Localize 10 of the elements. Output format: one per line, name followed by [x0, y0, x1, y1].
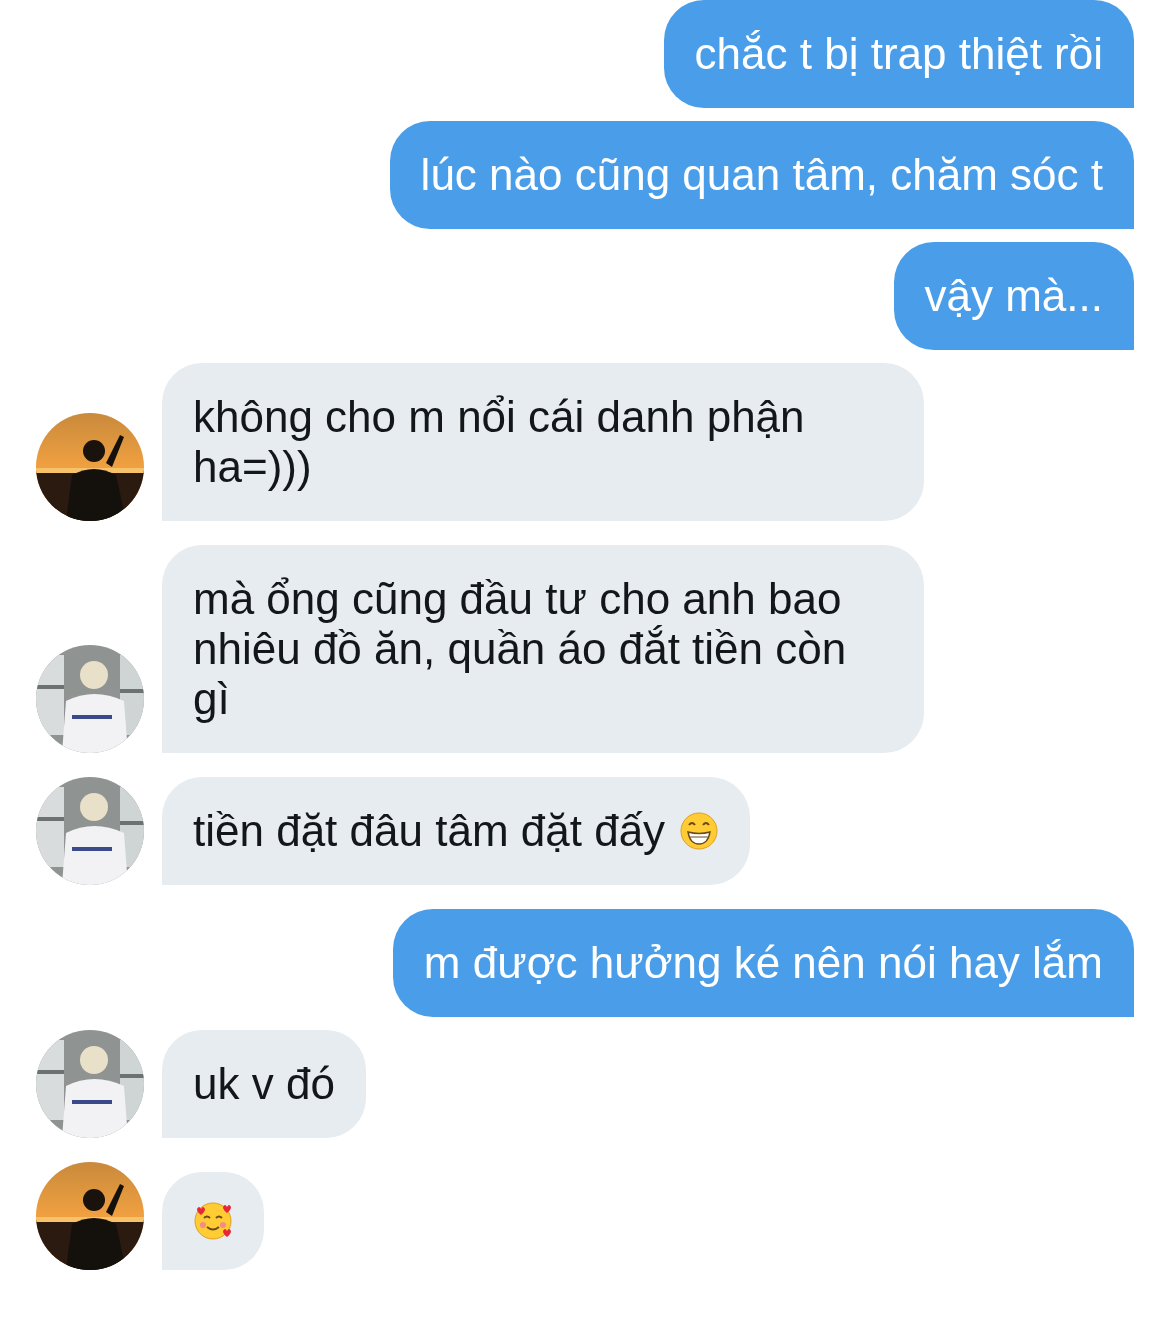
message-text: tiền đặt đâu tâm đặt đấy — [193, 806, 666, 856]
message-text: lúc nào cũng quan tâm, chăm sóc t — [420, 150, 1103, 200]
message-text: uk v đó — [193, 1059, 335, 1109]
message-text: mà ổng cũng đầu tư cho anh bao nhiêu đồ ăn, quần áo đắt tiền còn gì — [193, 574, 848, 724]
smiling-face-hearts-icon — [193, 1201, 233, 1241]
message-text: vậy mà... — [924, 271, 1103, 321]
message-text: chắc t bị trap thiệt rồi — [694, 29, 1103, 79]
message-text: m được hưởng ké nên nói hay lắm — [423, 938, 1103, 988]
message-text: không cho m nổi cái danh phận ha=))) — [193, 392, 806, 492]
grinning-face-icon — [679, 811, 720, 851]
